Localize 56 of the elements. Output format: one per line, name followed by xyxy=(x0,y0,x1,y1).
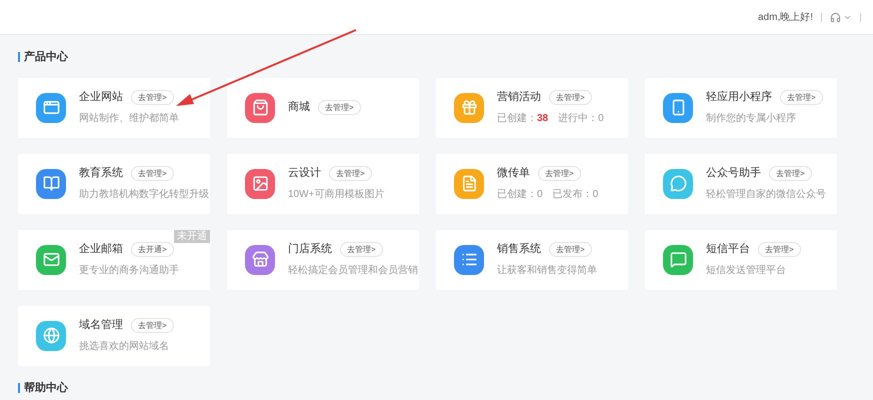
manage-link[interactable]: 去管理> xyxy=(538,166,581,181)
manage-link[interactable]: 去管理> xyxy=(758,242,801,257)
manage-link[interactable]: 去管理> xyxy=(549,242,592,257)
product-name: 微传单 xyxy=(497,166,530,182)
product-card[interactable]: 公众号助手 去管理> 轻松管理自家的微信公众号 xyxy=(645,154,837,214)
product-name: 门店系统 xyxy=(288,242,332,258)
product-name: 商城 xyxy=(288,100,310,116)
product-name: 销售系统 xyxy=(497,242,541,258)
manage-link[interactable]: 去管理> xyxy=(329,166,372,181)
product-description: 助力教培机构数字化转型升级 xyxy=(79,188,209,202)
product-card[interactable]: 域名管理 去管理> 挑选喜欢的网站域名 xyxy=(18,306,210,366)
product-card[interactable]: 轻应用小程序 去管理> 制作您的专属小程序 xyxy=(645,78,837,138)
section-title: 产品中心 xyxy=(24,50,68,65)
stat-label: 进行中：0 xyxy=(558,112,604,126)
product-card[interactable]: 商城 去管理> xyxy=(227,78,419,138)
product-card[interactable]: 微传单 去管理> 已创建：0 已发布：0 xyxy=(436,154,628,214)
product-name: 教育系统 xyxy=(79,166,123,182)
manage-link[interactable]: 去管理> xyxy=(549,90,592,105)
product-name: 企业网站 xyxy=(79,90,123,106)
manage-link[interactable]: 去管理> xyxy=(769,166,812,181)
manage-link[interactable]: 去开通> xyxy=(131,242,174,257)
product-card[interactable]: 企业网站 去管理> 网站制作、维护都简单 xyxy=(18,78,210,138)
product-description: 轻松搞定会员管理和会员营销 xyxy=(288,264,418,278)
product-description: 让获客和销售变得简单 xyxy=(497,264,597,278)
product-description: 挑选喜欢的网站域名 xyxy=(79,340,170,354)
product-description: 10W+可商用模板图片 xyxy=(288,188,384,202)
product-name: 云设计 xyxy=(288,166,321,182)
manage-link[interactable]: 去管理> xyxy=(780,90,823,105)
product-name: 企业邮箱 xyxy=(79,242,123,258)
stat-label: 已发布：0 xyxy=(552,188,598,202)
stat-label: 已创建：38 xyxy=(497,112,548,126)
manage-link[interactable]: 去管理> xyxy=(131,318,174,333)
product-name: 短信平台 xyxy=(706,242,750,258)
product-description: 短信发送管理平台 xyxy=(706,264,787,278)
product-name: 轻应用小程序 xyxy=(706,90,772,106)
manage-link[interactable]: 去管理> xyxy=(340,242,383,257)
section-title: 帮助中心 xyxy=(24,380,68,396)
manage-link[interactable]: 去管理> xyxy=(318,100,361,115)
product-description: 网站制作、维护都简单 xyxy=(79,112,179,126)
product-card[interactable]: 营销活动 去管理> 已创建：38 进行中：0 xyxy=(436,78,628,138)
greeting-text: adm,晚上好! xyxy=(758,10,813,24)
product-description: 更专业的商务沟通助手 xyxy=(79,264,179,278)
product-name: 域名管理 xyxy=(79,318,123,334)
manage-link[interactable]: 去管理> xyxy=(131,166,174,181)
headset-icon[interactable] xyxy=(830,12,841,22)
product-card[interactable]: 云设计 去管理> 10W+可商用模板图片 xyxy=(227,154,419,214)
product-name: 公众号助手 xyxy=(706,166,761,182)
product-card[interactable]: 销售系统 去管理> 让获客和销售变得简单 xyxy=(436,230,628,290)
product-description: 制作您的专属小程序 xyxy=(706,112,797,126)
product-card[interactable]: 教育系统 去管理> 助力教培机构数字化转型升级 xyxy=(18,154,210,214)
product-description: 轻松管理自家的微信公众号 xyxy=(706,188,826,202)
stat-label: 已创建：0 xyxy=(497,188,543,202)
product-name: 营销活动 xyxy=(497,90,541,106)
product-card[interactable]: 门店系统 去管理> 轻松搞定会员管理和会员营销 xyxy=(227,230,419,290)
manage-link[interactable]: 去管理> xyxy=(131,90,174,105)
product-card[interactable]: 短信平台 去管理> 短信发送管理平台 xyxy=(645,230,837,290)
